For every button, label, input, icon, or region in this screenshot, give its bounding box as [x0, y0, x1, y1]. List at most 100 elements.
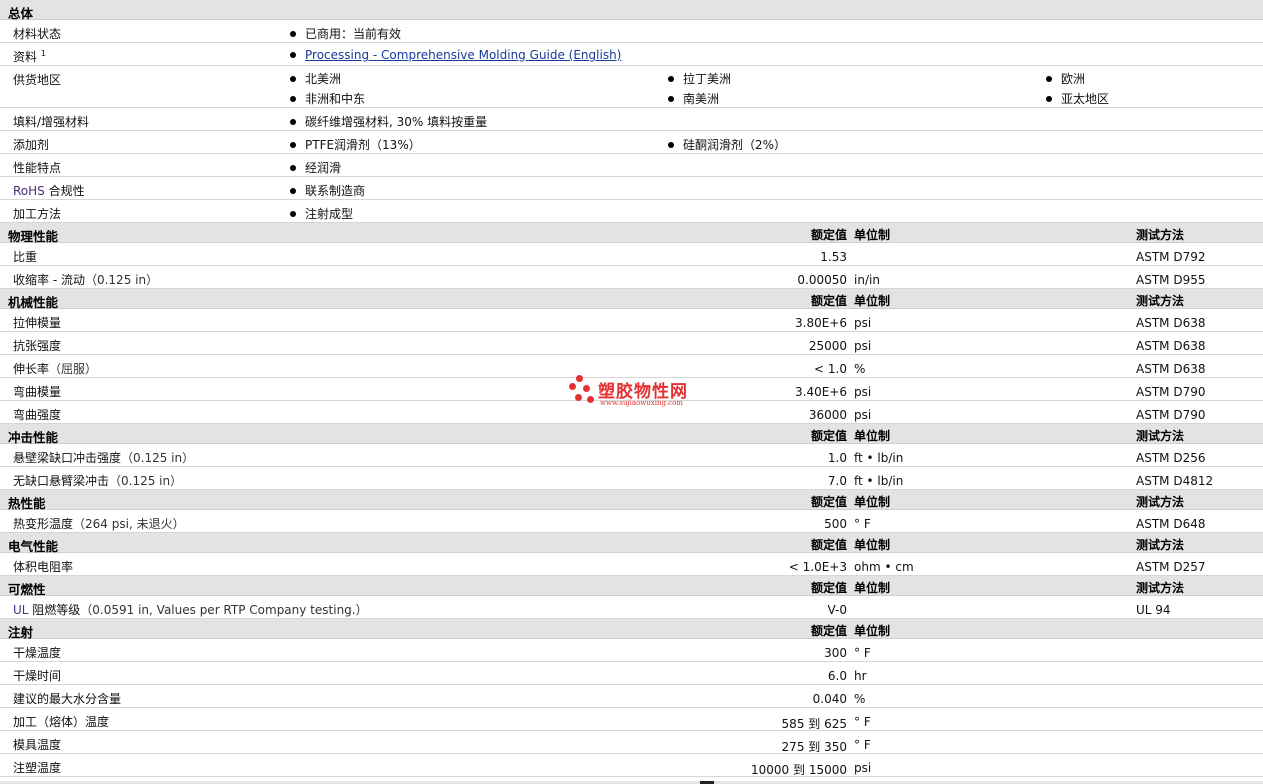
test-method: ASTM D955 — [1136, 273, 1206, 287]
col-header-value: 额定值 — [810, 624, 847, 638]
section-header-flammability: 可燃性 额定值 单位制 测试方法 — [0, 576, 1263, 597]
row-process-method: 加工方法 注射成型 — [0, 200, 1263, 223]
list-item: 碳纤维增强材料, 30% 填料按重量 — [290, 113, 487, 130]
property-row: 干燥时间 6.0 hr — [0, 662, 1263, 685]
row-material-status: 材料状态 已商用：当前有效 — [0, 20, 1263, 43]
property-unit: hr — [854, 669, 867, 683]
bullet-icon — [290, 52, 296, 58]
property-label: 模具温度 — [13, 738, 62, 752]
section-header-impact: 冲击性能 额定值 单位制 测试方法 — [0, 424, 1263, 445]
col-header-method: 测试方法 — [1136, 495, 1185, 509]
col-header-value: 额定值 — [810, 294, 847, 308]
property-unit: psi — [854, 761, 872, 775]
col-header-method: 测试方法 — [1136, 429, 1185, 443]
list-item: 联系制造商 — [290, 182, 365, 199]
property-row: 建议的最大水分含量 0.040 % — [0, 685, 1263, 708]
property-unit: ° F — [854, 646, 871, 660]
list-item: 经润滑 — [290, 159, 341, 176]
test-method: ASTM D792 — [1136, 250, 1206, 264]
col-header-value: 额定值 — [810, 538, 847, 552]
col-header-value: 额定值 — [810, 581, 847, 595]
property-row: 热变形温度（264 psi, 未退火） 500 ° F ASTM D648 — [0, 510, 1263, 533]
property-row: 拉伸模量 3.80E+6 psi ASTM D638 — [0, 309, 1263, 332]
property-value: 36000 — [808, 408, 847, 422]
property-unit: ° F — [854, 738, 871, 752]
col-header-method: 测试方法 — [1136, 538, 1185, 552]
property-value: 500 — [824, 517, 847, 531]
property-value: 275 到 350 — [781, 740, 847, 754]
property-label: 干燥时间 — [13, 669, 62, 683]
property-label: 建议的最大水分含量 — [13, 692, 122, 706]
row-label: RoHS 合规性 — [13, 184, 85, 198]
col-header-unit: 单位制 — [854, 495, 891, 509]
bullet-icon — [668, 142, 674, 148]
property-label: UL 阻燃等级（0.0591 in, Values per RTP Compan… — [13, 603, 368, 617]
test-method: ASTM D648 — [1136, 517, 1206, 531]
col-header-unit: 单位制 — [854, 294, 891, 308]
property-value: 1.0 — [827, 451, 847, 465]
property-label: 无缺口悬臂梁冲击（0.125 in） — [13, 474, 183, 488]
property-row: UL 阻燃等级（0.0591 in, Values per RTP Compan… — [0, 596, 1263, 619]
col-header-method: 测试方法 — [1136, 228, 1185, 242]
row-label: 材料状态 — [13, 27, 62, 41]
region-item: 亚太地区 — [1046, 90, 1109, 107]
property-unit: ° F — [854, 517, 871, 531]
property-label: 比重 — [13, 250, 38, 264]
property-unit: in/in — [854, 273, 880, 287]
test-method: ASTM D256 — [1136, 451, 1206, 465]
col-header-value: 额定值 — [810, 228, 847, 242]
property-label: 收缩率 - 流动（0.125 in） — [13, 273, 159, 287]
list-item: PTFE润滑剂（13%） — [290, 136, 421, 153]
bullet-icon — [668, 96, 674, 102]
section-header-thermal: 热性能 额定值 单位制 测试方法 — [0, 490, 1263, 511]
list-item: Processing - Comprehensive Molding Guide… — [290, 48, 621, 62]
row-label: 填料/增强材料 — [13, 115, 90, 129]
region-item: 拉丁美洲 — [668, 70, 731, 87]
test-method: ASTM D638 — [1136, 362, 1206, 376]
col-header-value: 额定值 — [810, 495, 847, 509]
property-row: 抗张强度 25000 psi ASTM D638 — [0, 332, 1263, 355]
property-label: 伸长率（屈服） — [13, 362, 98, 376]
property-row: 干燥温度 300 ° F — [0, 639, 1263, 662]
property-value: < 1.0E+3 — [788, 560, 847, 574]
property-unit: ft • lb/in — [854, 474, 904, 488]
col-header-value: 额定值 — [810, 429, 847, 443]
property-unit: % — [854, 692, 866, 706]
property-row: 比重 1.53 ASTM D792 — [0, 243, 1263, 266]
col-header-unit: 单位制 — [854, 624, 891, 638]
property-label: 弯曲模量 — [13, 385, 62, 399]
property-row: 悬壁梁缺口冲击强度（0.125 in） 1.0 ft • lb/in ASTM … — [0, 444, 1263, 467]
row-label: 加工方法 — [13, 207, 62, 221]
bullet-icon — [1046, 96, 1052, 102]
region-item: 南美洲 — [668, 90, 719, 107]
watermark-url: www.sujiaowuxing.com — [600, 399, 683, 407]
row-label: 性能特点 — [13, 161, 62, 175]
bullet-icon — [290, 188, 296, 194]
section-header-electrical: 电气性能 额定值 单位制 测试方法 — [0, 533, 1263, 554]
col-header-unit: 单位制 — [854, 429, 891, 443]
row-rohs: RoHS 合规性 联系制造商 — [0, 177, 1263, 200]
bullet-icon — [290, 142, 296, 148]
bullet-icon — [290, 165, 296, 171]
bullet-icon — [1046, 76, 1052, 82]
bullet-icon — [668, 76, 674, 82]
property-label: 加工（熔体）温度 — [13, 715, 110, 729]
property-value: < 1.0 — [814, 362, 847, 376]
property-value: 25000 — [808, 339, 847, 353]
property-value: 0.00050 — [797, 273, 847, 287]
property-value: V-0 — [827, 603, 847, 617]
property-label: 热变形温度（264 psi, 未退火） — [13, 517, 185, 531]
datasheet: 总体 材料状态 已商用：当前有效 资料 1 Processing - Compr… — [0, 0, 1263, 777]
property-row: 注塑温度 10000 到 15000 psi — [0, 754, 1263, 777]
property-value: 6.0 — [827, 669, 847, 683]
processing-guide-link[interactable]: Processing - Comprehensive Molding Guide… — [305, 48, 621, 62]
row-label: 添加剂 — [13, 138, 50, 152]
property-label: 拉伸模量 — [13, 316, 62, 330]
col-header-unit: 单位制 — [854, 581, 891, 595]
property-value: 585 到 625 — [781, 717, 847, 731]
property-value: 1.53 — [820, 250, 847, 264]
col-header-unit: 单位制 — [854, 538, 891, 552]
test-method: ASTM D257 — [1136, 560, 1206, 574]
property-label: 抗张强度 — [13, 339, 62, 353]
property-label: 体积电阻率 — [13, 560, 74, 574]
